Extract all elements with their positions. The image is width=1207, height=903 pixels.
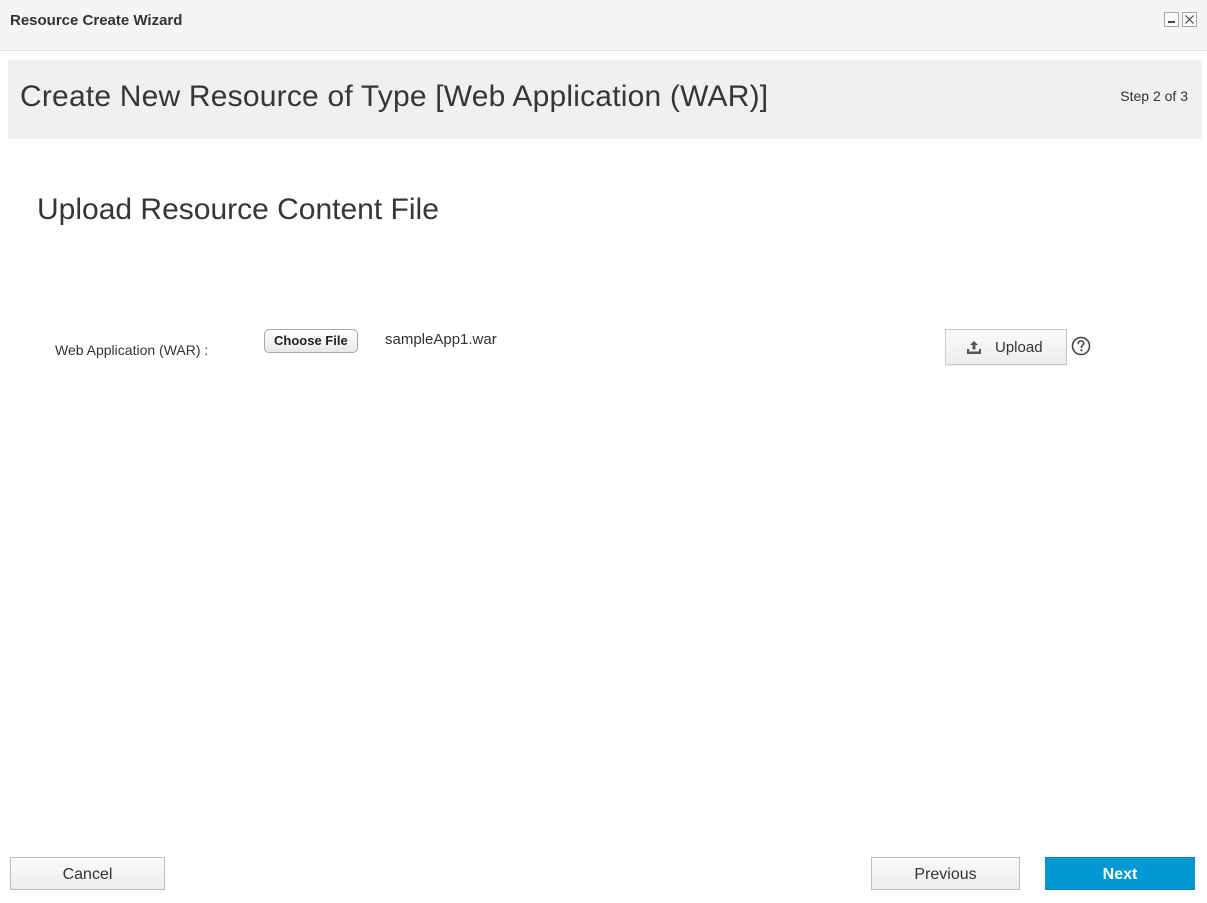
window-title: Resource Create Wizard	[10, 12, 183, 29]
section-title: Upload Resource Content File	[37, 193, 439, 226]
resource-create-wizard-window: Resource Create Wizard Create New Resour…	[0, 0, 1207, 903]
window-titlebar: Resource Create Wizard	[0, 0, 1207, 51]
close-icon[interactable]	[1182, 12, 1197, 27]
upload-icon	[967, 341, 981, 354]
help-icon[interactable]	[1071, 336, 1091, 356]
war-field-label: Web Application (WAR) :	[55, 342, 209, 358]
previous-button[interactable]: Previous	[871, 857, 1020, 890]
upload-button[interactable]: Upload	[945, 329, 1067, 365]
choose-file-button[interactable]: Choose File	[264, 329, 358, 353]
step-indicator: Step 2 of 3	[1120, 88, 1188, 104]
selected-file-name: sampleApp1.war	[385, 331, 497, 348]
minimize-icon[interactable]	[1164, 12, 1179, 27]
wizard-header: Create New Resource of Type [Web Applica…	[8, 60, 1202, 139]
wizard-title: Create New Resource of Type [Web Applica…	[20, 80, 769, 113]
cancel-button[interactable]: Cancel	[10, 857, 165, 890]
next-button[interactable]: Next	[1045, 857, 1195, 890]
upload-label: Upload	[995, 339, 1043, 356]
